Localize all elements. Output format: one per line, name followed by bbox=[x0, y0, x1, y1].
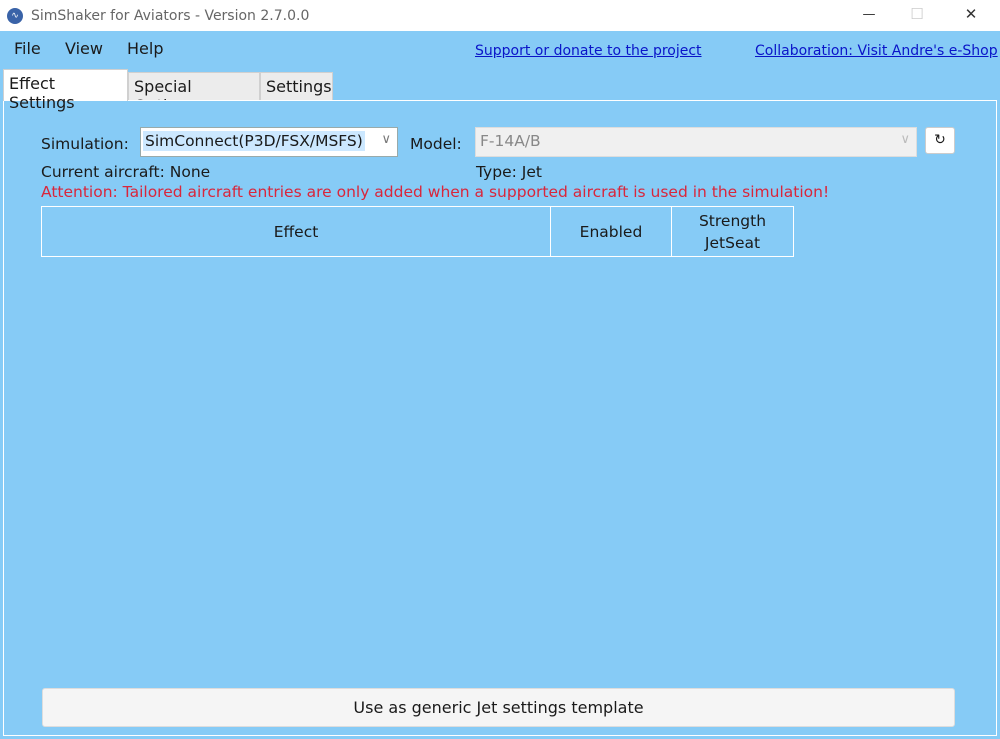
column-enabled[interactable]: Enabled bbox=[551, 207, 672, 256]
tab-settings[interactable]: Settings bbox=[260, 72, 333, 101]
refresh-button[interactable]: ↻ bbox=[925, 127, 955, 154]
chevron-down-icon: ∨ bbox=[381, 132, 391, 147]
simulation-label: Simulation: bbox=[41, 135, 129, 153]
support-link[interactable]: Support or donate to the project bbox=[475, 43, 702, 59]
simulation-value: SimConnect(P3D/FSX/MSFS) bbox=[143, 131, 365, 151]
model-select[interactable]: F-14A/B ∨ bbox=[475, 127, 917, 157]
chevron-down-icon: ∨ bbox=[900, 132, 910, 147]
close-button[interactable]: ✕ bbox=[948, 0, 994, 31]
menu-bar: File View Help Support or donate to the … bbox=[0, 33, 1000, 65]
column-effect[interactable]: Effect bbox=[42, 207, 551, 256]
generic-template-button[interactable]: Use as generic Jet settings template bbox=[42, 688, 955, 727]
simulation-select[interactable]: SimConnect(P3D/FSX/MSFS) ∨ bbox=[140, 127, 398, 157]
menu-help[interactable]: Help bbox=[127, 39, 163, 58]
minimize-button[interactable]: — bbox=[846, 0, 892, 31]
app-icon: ∿ bbox=[7, 7, 23, 24]
aircraft-type: Type: Jet bbox=[476, 163, 542, 181]
column-strength-jetseat[interactable]: Strength JetSeat bbox=[672, 207, 793, 256]
model-value: F-14A/B bbox=[480, 132, 541, 150]
attention-message: Attention: Tailored aircraft entries are… bbox=[41, 183, 830, 201]
effects-table-header: Effect Enabled Strength JetSeat bbox=[41, 206, 794, 257]
collaboration-link[interactable]: Collaboration: Visit Andre's e-Shop bbox=[755, 43, 998, 59]
title-bar: ∿ SimShaker for Aviators - Version 2.7.0… bbox=[0, 0, 1000, 31]
menu-view[interactable]: View bbox=[65, 39, 103, 58]
tab-effect-settings[interactable]: Effect Settings bbox=[3, 69, 128, 112]
model-label: Model: bbox=[410, 135, 462, 153]
menu-file[interactable]: File bbox=[14, 39, 41, 58]
maximize-button[interactable]: ☐ bbox=[894, 0, 940, 31]
current-aircraft: Current aircraft: None bbox=[41, 163, 211, 181]
window-title: SimShaker for Aviators - Version 2.7.0.0 bbox=[31, 7, 310, 24]
tab-special-options[interactable]: Special Options bbox=[128, 72, 260, 115]
